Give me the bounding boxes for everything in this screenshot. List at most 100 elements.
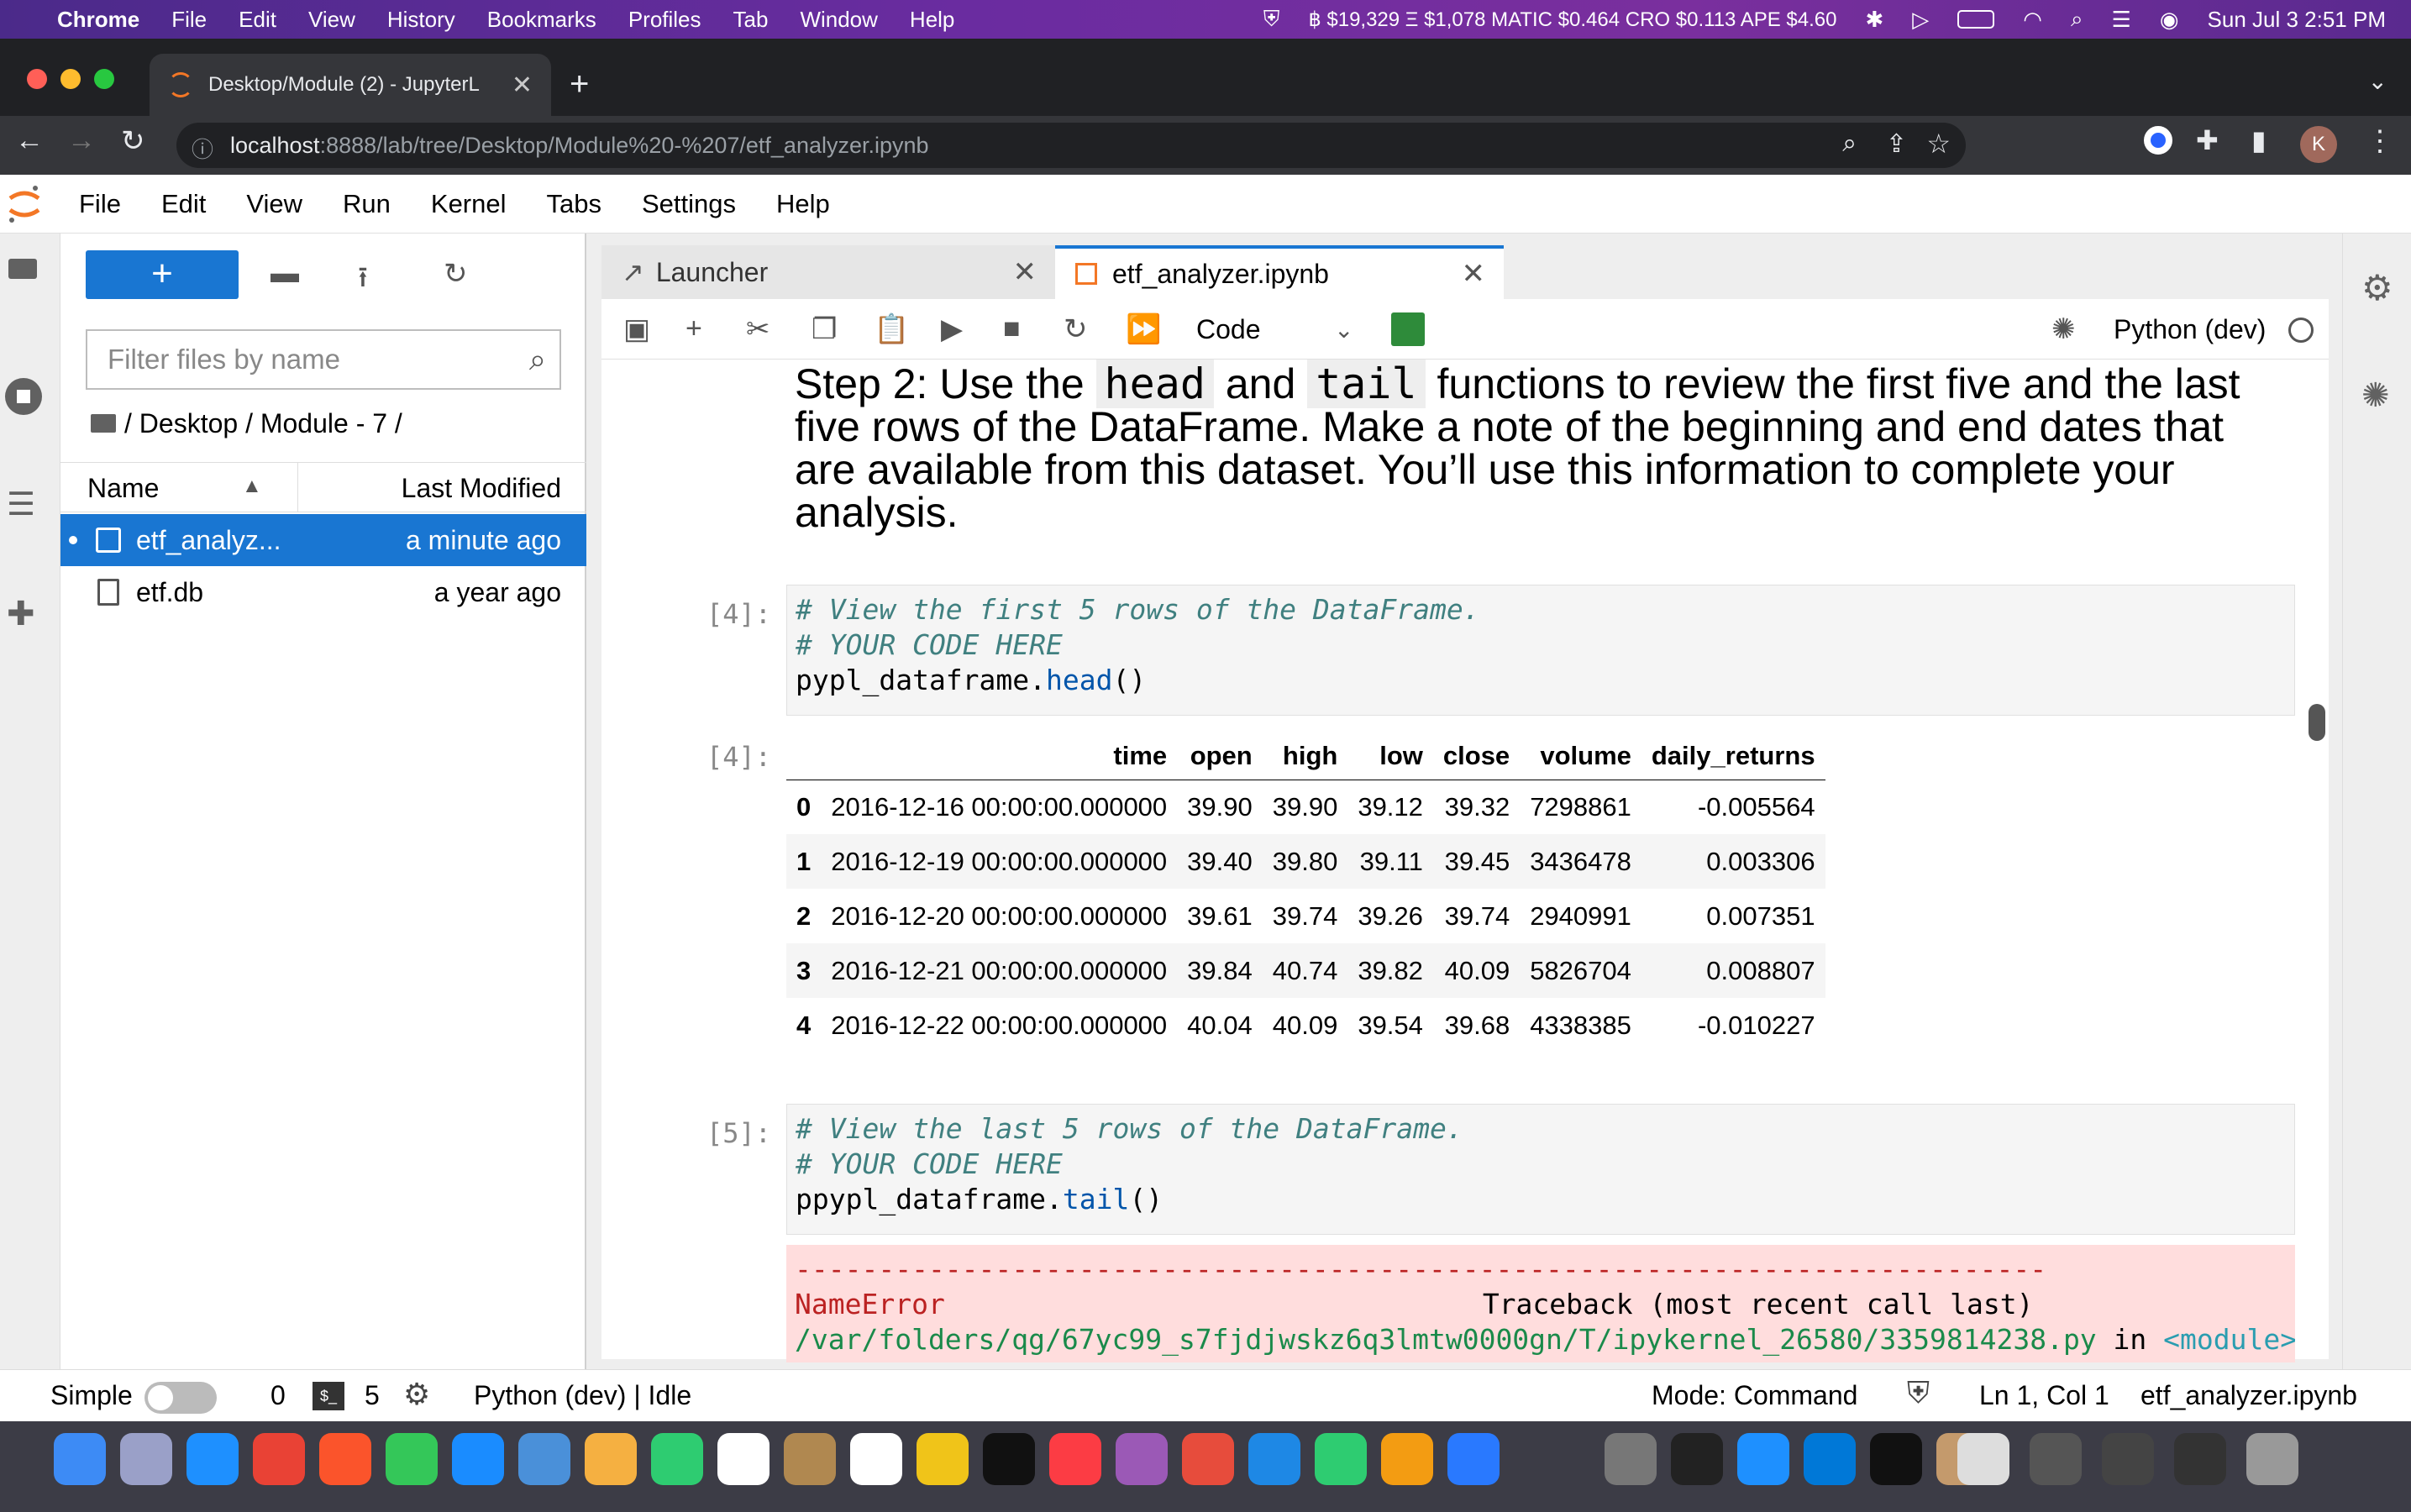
url-bar[interactable]: ⓘ localhost:8888/lab/tree/Desktop/Module… (176, 123, 1966, 168)
jmenu-view[interactable]: View (246, 189, 302, 219)
menu-view[interactable]: View (308, 7, 355, 33)
cursor-position[interactable]: Ln 1, Col 1 (1979, 1380, 2109, 1411)
bookmark-star-icon[interactable]: ☆ (1926, 128, 1951, 160)
news-icon[interactable] (1182, 1433, 1234, 1485)
menu-edit[interactable]: Edit (239, 7, 276, 33)
messages-icon[interactable] (386, 1433, 438, 1485)
restart-icon[interactable]: ↻ (1064, 312, 1088, 346)
extension-manager-icon[interactable]: ✚ (7, 595, 35, 633)
reload-icon[interactable]: ↻ (121, 124, 145, 158)
tab-launcher[interactable]: ↗ Launcher ✕ (601, 245, 1055, 299)
photos-icon[interactable] (585, 1433, 637, 1485)
run-all-icon[interactable]: ⏩ (1126, 312, 1161, 346)
jmenu-help[interactable]: Help (776, 189, 830, 219)
kernel-name[interactable]: Python (dev) (2114, 314, 2266, 345)
forward-icon[interactable]: → (67, 124, 96, 157)
contacts-icon[interactable] (784, 1433, 836, 1485)
system-preferences-icon[interactable] (1605, 1433, 1657, 1485)
file-row[interactable]: etf_analyz... a minute ago (60, 514, 586, 566)
debugger-icon[interactable]: ✺ (2051, 312, 2076, 346)
back-icon[interactable]: ← (15, 124, 44, 157)
browser-tab[interactable]: Desktop/Module (2) - JupyterL ✕ (150, 54, 551, 116)
running-kernels-icon[interactable] (5, 378, 42, 415)
cut-icon[interactable]: ✂ (746, 312, 770, 346)
menu-profiles[interactable]: Profiles (628, 7, 701, 33)
breadcrumb[interactable]: / Desktop / Module - 7 / (91, 408, 402, 439)
new-tab-icon[interactable]: + (570, 66, 589, 103)
new-folder-icon[interactable]: ▬ (271, 257, 299, 290)
brave-icon[interactable] (319, 1433, 371, 1485)
close-tab-icon[interactable]: ✕ (1462, 257, 1486, 291)
filter-files-input[interactable]: Filter files by name ⌕ (86, 329, 561, 390)
siri-icon[interactable]: ◉ (2160, 7, 2179, 33)
menu-history[interactable]: History (387, 7, 455, 33)
facetime-icon[interactable] (651, 1433, 703, 1485)
launchpad-icon[interactable] (120, 1433, 172, 1485)
column-last-modified[interactable]: Last Modified (402, 473, 561, 504)
terminal-count[interactable]: 0 (271, 1380, 286, 1411)
code-cell[interactable]: # View the first 5 rows of the DataFrame… (786, 585, 2295, 716)
simple-mode-toggle[interactable] (144, 1382, 217, 1414)
file-row[interactable]: etf.db a year ago (60, 566, 586, 618)
extensions-puzzle-icon[interactable]: ✚ (2196, 124, 2219, 156)
window-preview-icon[interactable] (2174, 1433, 2226, 1485)
property-inspector-icon[interactable]: ⚙ (2361, 267, 2393, 308)
jmenu-tabs[interactable]: Tabs (547, 189, 601, 219)
jmenu-run[interactable]: Run (343, 189, 391, 219)
clock[interactable]: Sun Jul 3 2:51 PM (2208, 7, 2386, 33)
menu-app-name[interactable]: Chrome (57, 7, 139, 33)
app-store-icon[interactable] (1447, 1433, 1500, 1485)
extension-icon[interactable] (2144, 126, 2172, 155)
window-preview-icon[interactable] (2030, 1433, 2082, 1485)
jmenu-edit[interactable]: Edit (161, 189, 206, 219)
paste-icon[interactable]: 📋 (874, 312, 909, 346)
kernel-status[interactable]: Python (dev) | Idle (474, 1380, 691, 1411)
share-icon[interactable]: ⇪ (1886, 129, 1907, 159)
wifi-icon[interactable]: ◠ (2023, 7, 2042, 33)
shield-icon[interactable]: ⛨ (1263, 6, 1280, 33)
insert-cell-icon[interactable]: + (685, 312, 702, 345)
terminal-icon[interactable]: $_ (313, 1382, 344, 1410)
chrome-icon[interactable] (253, 1433, 305, 1485)
jmenu-kernel[interactable]: Kernel (431, 189, 507, 219)
window-preview-icon[interactable] (1957, 1433, 2009, 1485)
upload-icon[interactable]: ⭱ (358, 257, 368, 305)
menu-window[interactable]: Window (800, 7, 877, 33)
crypto-ticker[interactable]: ฿ $19,329 Ξ $1,078 MATIC $0.464 CRO $0.1… (1308, 8, 1836, 32)
debugger-icon[interactable]: ✺ (2361, 376, 2390, 415)
notebook-mode[interactable]: Mode: Command (1652, 1380, 1857, 1411)
cell-type-select[interactable]: Code (1196, 314, 1261, 345)
control-center-icon[interactable]: ☰ (2112, 7, 2131, 33)
bluetooth-icon[interactable]: ✱ (1865, 7, 1883, 33)
chrome-menu-icon[interactable]: ⋮ (2366, 124, 2394, 158)
close-tab-icon[interactable]: ✕ (512, 71, 533, 100)
browser-icon[interactable] (1737, 1433, 1789, 1485)
new-launcher-button[interactable]: + (86, 250, 239, 299)
kernel-count[interactable]: 5 (365, 1380, 380, 1411)
keynote-icon[interactable] (1248, 1433, 1300, 1485)
site-info-icon[interactable]: ⓘ (192, 133, 213, 164)
kernel-chip-icon[interactable]: ⚙ (403, 1377, 430, 1412)
tab-notebook[interactable]: etf_analyzer.ipynb ✕ (1055, 245, 1504, 299)
pages-icon[interactable] (1381, 1433, 1433, 1485)
scrollbar-thumb[interactable] (2309, 704, 2325, 741)
minimize-window-icon[interactable] (60, 69, 81, 89)
notes-icon[interactable] (917, 1433, 969, 1485)
terminal-icon[interactable] (1671, 1433, 1723, 1485)
folder-icon[interactable] (91, 414, 116, 433)
refresh-icon[interactable]: ↻ (444, 257, 468, 291)
column-name[interactable]: Name (87, 473, 159, 504)
variable-inspector-icon[interactable] (1391, 312, 1425, 346)
safari-icon[interactable] (186, 1433, 239, 1485)
copy-icon[interactable]: ❐ (812, 312, 837, 346)
close-tab-icon[interactable]: ✕ (1013, 255, 1037, 289)
menu-file[interactable]: File (171, 7, 207, 33)
zoom-window-icon[interactable] (94, 69, 114, 89)
tab-search-icon[interactable]: ⌄ (2368, 67, 2387, 95)
mail-icon[interactable] (452, 1433, 504, 1485)
menu-bookmarks[interactable]: Bookmarks (487, 7, 596, 33)
jmenu-file[interactable]: File (79, 189, 121, 219)
calendar-icon[interactable] (717, 1433, 770, 1485)
music-icon[interactable] (1049, 1433, 1101, 1485)
media-icon[interactable]: ▷ (1912, 7, 1929, 33)
